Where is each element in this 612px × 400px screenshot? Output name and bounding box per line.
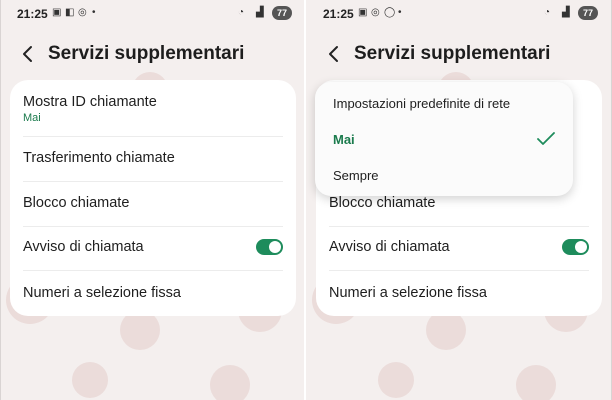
instagram-icon: ◎ [371, 7, 380, 18]
fixed-dialing-label: Numeri a selezione fissa [23, 285, 181, 301]
caller-id-label: Mostra ID chiamante [23, 94, 157, 110]
screenshot-icon: ▣ [358, 7, 368, 18]
call-forwarding-label: Trasferimento chiamate [23, 150, 175, 166]
dot-icon: • [398, 7, 402, 18]
caller-id-dropdown: Impostazioni predefinite di rete Mai Sem… [315, 82, 573, 196]
clock: 21:25 [17, 7, 48, 21]
settings-card: Mostra ID chiamante Mai Trasferimento ch… [10, 80, 296, 316]
call-waiting-toggle[interactable] [562, 239, 589, 255]
call-barring-label: Blocco chiamate [23, 195, 130, 211]
fixed-dialing-label: Numeri a selezione fissa [329, 285, 487, 301]
call-waiting-toggle[interactable] [256, 239, 283, 255]
option-never[interactable]: Mai [333, 132, 355, 147]
option-always[interactable]: Sempre [333, 168, 379, 183]
back-arrow-icon[interactable] [19, 45, 37, 63]
caller-id-value: Mai [23, 112, 41, 124]
call-waiting-item[interactable]: Avviso di chiamata [23, 226, 283, 271]
whatsapp-icon: ◯ [384, 7, 396, 18]
page-title: Servizi supplementari [48, 43, 245, 64]
status-bar: 21:25 ▣ ◎ ◯ • ◔ ▟ 77 [306, 0, 612, 28]
caller-id-item[interactable]: Mostra ID chiamante Mai [23, 80, 283, 137]
screen-left: 21:25 ▣ ◧ ◎ • ◔ ▟ 77 Servizi supplementa… [0, 0, 306, 400]
page-title: Servizi supplementari [354, 43, 551, 64]
fixed-dialing-item[interactable]: Numeri a selezione fissa [329, 270, 589, 314]
call-barring-label: Blocco chiamate [329, 195, 436, 211]
clock: 21:25 [323, 7, 354, 21]
wifi-icon: ◔ [544, 7, 551, 18]
option-network-default[interactable]: Impostazioni predefinite di rete [333, 96, 510, 111]
call-waiting-label: Avviso di chiamata [23, 239, 144, 255]
media-icon: ◧ [65, 7, 75, 18]
instagram-icon: ◎ [78, 7, 87, 18]
signal-icon: ▟ [562, 7, 570, 18]
battery-indicator: 77 [578, 6, 598, 20]
call-forwarding-item[interactable]: Trasferimento chiamate [23, 136, 283, 182]
call-barring-item[interactable]: Blocco chiamate [23, 181, 283, 227]
back-arrow-icon[interactable] [325, 45, 343, 63]
battery-indicator: 77 [272, 6, 292, 20]
checkmark-icon [537, 132, 555, 145]
signal-icon: ▟ [256, 7, 264, 18]
call-waiting-item[interactable]: Avviso di chiamata [329, 226, 589, 271]
screenshot-icon: ▣ [52, 7, 62, 18]
app-header: Servizi supplementari [0, 38, 306, 72]
wifi-icon: ◔ [238, 7, 245, 18]
fixed-dialing-item[interactable]: Numeri a selezione fissa [23, 270, 283, 314]
status-bar: 21:25 ▣ ◧ ◎ • ◔ ▟ 77 [0, 0, 306, 28]
dot-icon: • [92, 7, 96, 18]
call-waiting-label: Avviso di chiamata [329, 239, 450, 255]
app-header: Servizi supplementari [306, 38, 612, 72]
screen-right: 21:25 ▣ ◎ ◯ • ◔ ▟ 77 Servizi supplementa… [306, 0, 612, 400]
